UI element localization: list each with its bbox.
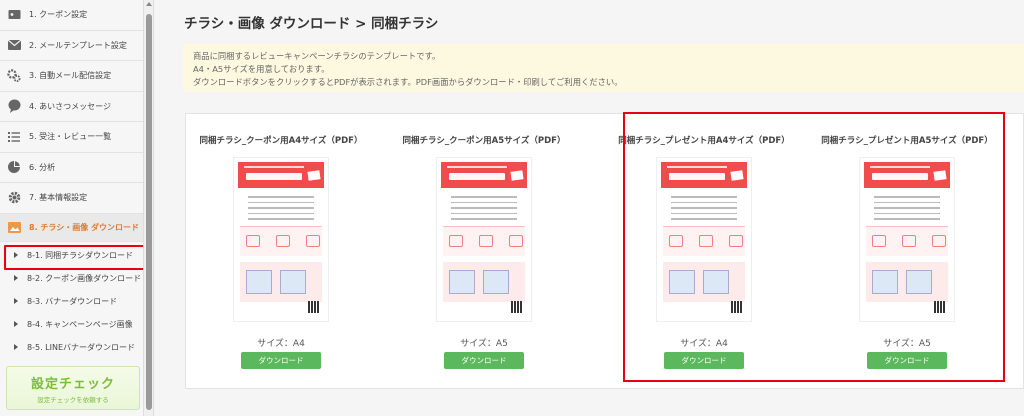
scroll-up-arrow-icon[interactable] bbox=[146, 2, 152, 6]
sidebar-submenu: 8-1. 同梱チラシダウンロード 8-2. クーポン画像ダウンロード 8-3. … bbox=[0, 241, 143, 359]
sidebar-subitem-label: 8-2. クーポン画像ダウンロード bbox=[27, 273, 142, 283]
info-notice: 商品に同梱するレビューキャンペーンチラシのテンプレートです。 A4・A5サイズを… bbox=[183, 44, 1024, 92]
gears-icon bbox=[7, 69, 21, 83]
notice-line: A4・A5サイズを用意しております。 bbox=[193, 64, 330, 74]
main-content: チラシ・画像 ダウンロード > 同梱チラシ 商品に同梱するレビューキャンペーンチ… bbox=[155, 0, 1024, 416]
sidebar-item-basic-info[interactable]: 7. 基本情報設定 bbox=[0, 183, 143, 214]
sidebar-item-label: 2. メールテンプレート設定 bbox=[29, 40, 127, 50]
sidebar-item-label: 8. チラシ・画像 ダウンロード bbox=[29, 222, 140, 232]
sidebar-item-label: 3. 自動メール配信設定 bbox=[29, 71, 112, 81]
sidebar-subitem-label: 8-4. キャンペーンページ画像 bbox=[27, 319, 133, 329]
settings-check-subtitle: 設定チェックを依頼する bbox=[37, 396, 109, 404]
sidebar-item-label: 1. クーポン設定 bbox=[29, 10, 88, 20]
settings-check-button[interactable]: 設定チェック 設定チェックを依頼する bbox=[6, 366, 140, 410]
sidebar-subitem-coupon-image[interactable]: 8-2. クーポン画像ダウンロード bbox=[0, 267, 143, 290]
download-button[interactable]: ダウンロード bbox=[444, 352, 524, 369]
sidebar-subitem-campaign-image[interactable]: 8-4. キャンペーンページ画像 bbox=[0, 313, 143, 336]
sidebar-item-label: 4. あいさつメッセージ bbox=[29, 101, 112, 111]
notice-line: ダウンロードボタンをクリックするとPDFが表示されます。PDF画面からダウンロー… bbox=[193, 77, 623, 87]
caret-right-icon bbox=[14, 275, 18, 281]
size-label: サイズ：A5 bbox=[460, 339, 508, 349]
sidebar-item-greeting[interactable]: 4. あいさつメッセージ bbox=[0, 91, 143, 122]
flyer-preview-image bbox=[233, 157, 329, 322]
caret-right-icon bbox=[14, 252, 18, 258]
card-title: 同梱チラシ_クーポン用A4サイズ（PDF） bbox=[199, 136, 363, 146]
card-title: 同梱チラシ_クーポン用A5サイズ（PDF） bbox=[402, 136, 566, 146]
list-icon bbox=[7, 130, 21, 144]
sidebar-scrollbar[interactable] bbox=[144, 0, 154, 416]
sidebar-subitem-label: 8-5. LINEバナーダウンロード bbox=[27, 342, 136, 352]
sidebar-subitem-label: 8-1. 同梱チラシダウンロード bbox=[27, 250, 133, 260]
sidebar-item-auto-mail[interactable]: 3. 自動メール配信設定 bbox=[0, 61, 143, 92]
download-button[interactable]: ダウンロード bbox=[241, 352, 321, 369]
notice-line: 商品に同梱するレビューキャンペーンチラシのテンプレートです。 bbox=[193, 51, 441, 61]
caret-right-icon bbox=[14, 321, 18, 327]
sidebar-item-mail-template[interactable]: 2. メールテンプレート設定 bbox=[0, 30, 143, 61]
mail-icon bbox=[7, 38, 21, 52]
sidebar-subitem-banner[interactable]: 8-3. バナーダウンロード bbox=[0, 290, 143, 313]
flyer-card-coupon-a4: 同梱チラシ_クーポン用A4サイズ（PDF） サイズ：A4 ダウンロード bbox=[186, 114, 376, 390]
flyer-preview-image bbox=[436, 157, 532, 322]
coupon-icon bbox=[7, 8, 21, 22]
sidebar-item-flyer-download[interactable]: 8. チラシ・画像 ダウンロード bbox=[0, 213, 143, 242]
page-title: チラシ・画像 ダウンロード > 同梱チラシ bbox=[184, 16, 439, 32]
sidebar-subitem-bundle-flyer[interactable]: 8-1. 同梱チラシダウンロード bbox=[0, 244, 143, 270]
sidebar-item-label: 7. 基本情報設定 bbox=[29, 193, 88, 203]
sidebar-item-orders-reviews[interactable]: 5. 受注・レビュー一覧 bbox=[0, 122, 143, 153]
flyer-card-coupon-a5: 同梱チラシ_クーポン用A5サイズ（PDF） サイズ：A5 ダウンロード bbox=[389, 114, 579, 390]
scrollbar-thumb[interactable] bbox=[146, 14, 152, 410]
sidebar-item-analysis[interactable]: 6. 分析 bbox=[0, 152, 143, 183]
caret-right-icon bbox=[14, 298, 18, 304]
sidebar-item-label: 6. 分析 bbox=[29, 162, 56, 172]
settings-check-title: 設定チェック bbox=[30, 377, 115, 392]
speech-icon bbox=[7, 99, 21, 114]
pie-chart-icon bbox=[7, 160, 21, 174]
sidebar-subitem-line-banner[interactable]: 8-5. LINEバナーダウンロード bbox=[0, 336, 143, 359]
sidebar-item-coupon[interactable]: 1. クーポン設定 bbox=[0, 0, 143, 31]
sidebar: 1. クーポン設定 2. メールテンプレート設定 3. 自動メール配信設定 4.… bbox=[0, 0, 144, 416]
highlight-frame bbox=[623, 112, 1005, 382]
gear-icon bbox=[7, 191, 21, 205]
sidebar-item-label: 5. 受注・レビュー一覧 bbox=[29, 132, 112, 142]
size-label: サイズ：A4 bbox=[257, 339, 305, 349]
caret-right-icon bbox=[14, 344, 18, 350]
image-download-icon bbox=[7, 220, 21, 234]
sidebar-subitem-label: 8-3. バナーダウンロード bbox=[27, 296, 118, 306]
